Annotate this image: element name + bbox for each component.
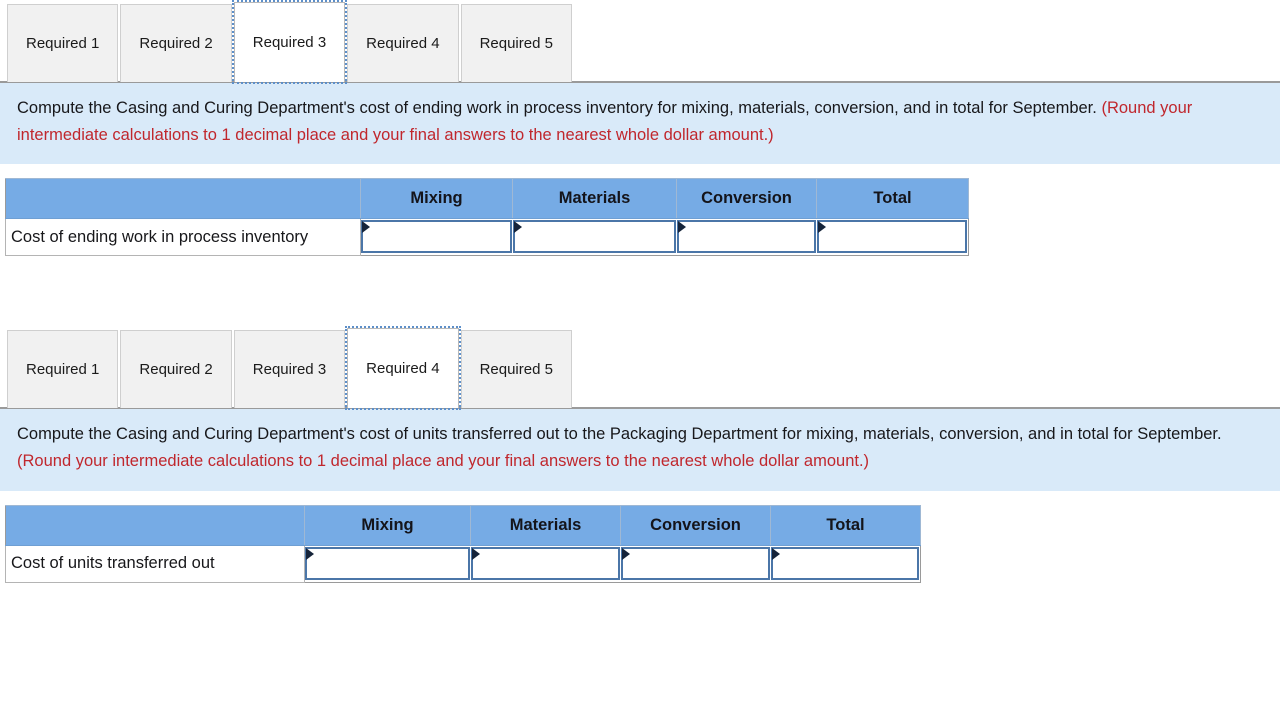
- tab-strip-1: Required 1 Required 2 Required 3 Require…: [0, 0, 1280, 84]
- section-required-4: Required 1 Required 2 Required 3 Require…: [0, 326, 1280, 583]
- cell-marker-icon: [306, 547, 314, 560]
- cell-conversion: [676, 218, 817, 256]
- column-header-mixing: Mixing: [360, 178, 513, 220]
- tab-required-3[interactable]: Required 3: [231, 0, 348, 84]
- instruction-hint: (Round your intermediate calculations to…: [17, 452, 870, 471]
- tab2-required-3[interactable]: Required 3: [233, 330, 346, 409]
- cell-marker-icon: [513, 221, 522, 234]
- instruction-text: Compute the Casing and Curing Department…: [17, 425, 1222, 444]
- tab-label: Required 5: [479, 361, 553, 379]
- input-ending-wip-conversion[interactable]: [676, 220, 816, 254]
- instruction-panel-2: Compute the Casing and Curing Department…: [0, 409, 1280, 491]
- column-header-mixing: Mixing: [304, 504, 471, 546]
- cell-marker-icon: [817, 221, 826, 234]
- tab-label: Required 3: [252, 34, 327, 51]
- row-label-transferred-out: Cost of units transferred out: [5, 544, 305, 583]
- cell-mixing: [360, 218, 513, 256]
- tab-label: Required 1: [26, 361, 100, 379]
- tab-strip-2: Required 1 Required 2 Required 3 Require…: [0, 326, 1280, 411]
- tab2-required-1[interactable]: Required 1: [7, 330, 119, 409]
- input-transferred-out-total[interactable]: [770, 546, 919, 580]
- tab2-required-2[interactable]: Required 2: [120, 330, 232, 409]
- tab-label: Required 1: [26, 35, 100, 52]
- tab-required-5[interactable]: Required 5: [460, 4, 572, 82]
- ending-wip-table: Mixing Materials Conversion Total Cost o…: [5, 178, 969, 257]
- cell-mixing: [304, 545, 471, 583]
- column-header-materials: Materials: [470, 504, 621, 546]
- transferred-out-table: Mixing Materials Conversion Total Cost o…: [5, 504, 921, 583]
- table-header-row: Mixing Materials Conversion Total: [5, 178, 969, 220]
- tab-required-4[interactable]: Required 4: [347, 4, 459, 82]
- cell-marker-icon: [471, 547, 480, 560]
- input-ending-wip-mixing[interactable]: [361, 220, 512, 254]
- input-ending-wip-materials[interactable]: [512, 220, 676, 254]
- tab-label: Required 3: [252, 361, 327, 379]
- column-header-total: Total: [770, 504, 921, 546]
- input-transferred-out-materials[interactable]: [470, 546, 620, 580]
- column-header-conversion: Conversion: [676, 178, 817, 220]
- tab2-required-5[interactable]: Required 5: [460, 330, 572, 409]
- column-header-conversion: Conversion: [620, 504, 771, 546]
- table-row: Cost of units transferred out: [5, 544, 921, 583]
- input-ending-wip-total[interactable]: [816, 220, 967, 254]
- cell-total: [770, 545, 921, 583]
- cell-materials: [512, 218, 677, 256]
- section-required-3: Required 1 Required 2 Required 3 Require…: [0, 0, 1280, 257]
- input-transferred-out-conversion[interactable]: [620, 546, 770, 580]
- table-corner-header: [5, 178, 361, 220]
- instruction-text: Compute the Casing and Curing Department…: [17, 99, 1097, 117]
- cell-materials: [470, 545, 621, 583]
- cell-marker-icon: [677, 221, 686, 234]
- table-header-row: Mixing Materials Conversion Total: [5, 504, 921, 546]
- cell-total: [816, 218, 969, 256]
- table-row: Cost of ending work in process inventory: [5, 218, 969, 257]
- column-header-total: Total: [816, 178, 969, 220]
- instruction-panel-1: Compute the Casing and Curing Department…: [0, 83, 1280, 165]
- tab-required-1[interactable]: Required 1: [7, 4, 119, 82]
- tab-label: Required 2: [139, 35, 213, 52]
- table-corner-header: [5, 504, 305, 546]
- cell-marker-icon: [621, 547, 630, 560]
- column-header-materials: Materials: [512, 178, 677, 220]
- tab-label: Required 4: [366, 35, 440, 52]
- tab-label: Required 5: [479, 35, 553, 52]
- tab-label: Required 4: [366, 360, 440, 378]
- tab-label: Required 2: [139, 361, 213, 379]
- tab-required-2[interactable]: Required 2: [120, 4, 232, 82]
- cell-marker-icon: [771, 547, 780, 560]
- row-label-ending-wip: Cost of ending work in process inventory: [5, 218, 361, 257]
- cell-marker-icon: [362, 221, 370, 234]
- cell-conversion: [620, 545, 771, 583]
- input-transferred-out-mixing[interactable]: [305, 546, 470, 580]
- tab2-required-4[interactable]: Required 4: [345, 326, 461, 411]
